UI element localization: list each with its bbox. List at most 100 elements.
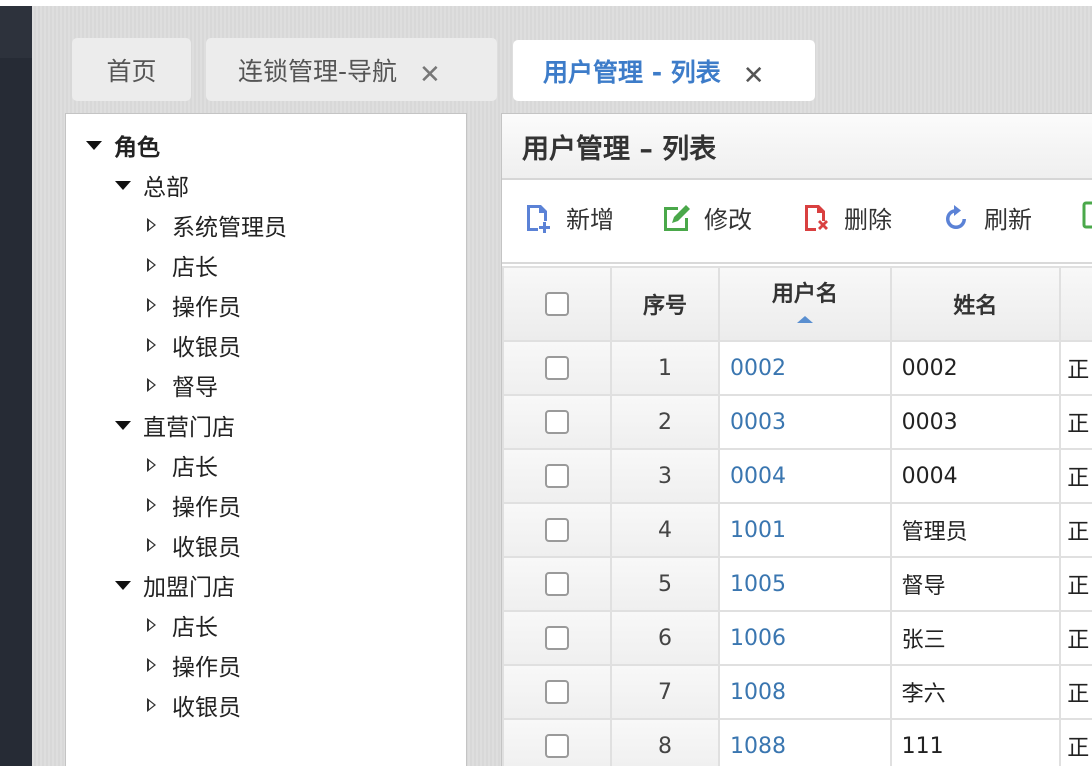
tab-label: 用户管理 - 列表 [543, 57, 721, 87]
tree-node-label: 店长 [172, 615, 218, 641]
row-select-cell[interactable] [501, 664, 613, 720]
row-checkbox[interactable] [545, 680, 570, 704]
edit-icon [664, 204, 690, 231]
tree-node-leaf[interactable]: 店长 [147, 248, 218, 282]
tree-node-group[interactable]: 加盟门店 [115, 568, 235, 602]
close-icon[interactable]: ✕ [419, 60, 441, 90]
tree-node-leaf[interactable]: 收银员 [147, 528, 241, 562]
collapsed-caret-icon[interactable] [147, 698, 156, 712]
row-index: 8 [610, 718, 721, 766]
tab-chain-nav[interactable]: 连锁管理-导航 ✕ [206, 38, 497, 101]
status-cell: 正 [1059, 664, 1092, 720]
row-index: 6 [610, 610, 721, 666]
table-row[interactable]: 7 1008 李六正 [501, 664, 1092, 720]
status-cell: 正 [1059, 556, 1092, 612]
tree-node-leaf[interactable]: 操作员 [147, 648, 241, 682]
refresh-label: 刷新 [984, 206, 1032, 234]
row-select-cell[interactable] [501, 340, 613, 396]
more-button[interactable] [1082, 200, 1092, 230]
table-row[interactable]: 2 0003 0003 正 [501, 394, 1092, 450]
collapsed-caret-icon[interactable] [147, 618, 156, 632]
row-checkbox[interactable] [545, 356, 570, 380]
refresh-button[interactable]: 刷新 [942, 200, 1032, 235]
username-link[interactable]: 1088 [718, 718, 892, 766]
toolbar: 新增 修改 删除 刷新 [502, 180, 1092, 264]
tree-node-group[interactable]: 总部 [115, 168, 189, 202]
delete-label: 删除 [844, 206, 892, 234]
row-checkbox[interactable] [545, 572, 570, 596]
name-cell: 李六 [889, 664, 1062, 720]
column-header-username-label: 用户名 [771, 282, 838, 307]
tree-node-leaf[interactable]: 操作员 [147, 288, 241, 322]
collapsed-caret-icon[interactable] [147, 458, 156, 472]
row-checkbox[interactable] [545, 626, 570, 650]
row-index: 7 [610, 664, 721, 720]
username-link[interactable]: 1008 [718, 664, 892, 720]
row-select-cell[interactable] [501, 610, 613, 666]
column-header-username[interactable]: 用户名 [718, 266, 892, 342]
row-select-cell[interactable] [501, 448, 613, 504]
table-row[interactable]: 5 1005 督导正 [501, 556, 1092, 612]
table-row[interactable]: 3 0004 0004 正 [501, 448, 1092, 504]
username-link[interactable]: 0003 [718, 394, 892, 450]
delete-button[interactable]: 删除 [802, 200, 892, 235]
collapsed-caret-icon[interactable] [147, 378, 156, 392]
tree-node-leaf[interactable]: 系统管理员 [147, 208, 287, 242]
tree-node-label: 直营门店 [143, 415, 235, 441]
left-nav-bar [0, 6, 32, 766]
add-button[interactable]: 新增 [524, 200, 614, 235]
row-select-cell[interactable] [501, 502, 613, 558]
row-select-cell[interactable] [501, 394, 613, 450]
row-select-cell[interactable] [501, 556, 613, 612]
expanded-caret-icon[interactable] [115, 580, 131, 590]
username-link[interactable]: 0002 [718, 340, 892, 396]
collapsed-caret-icon[interactable] [147, 538, 156, 552]
table-row[interactable]: 1 0002 0002 正 [501, 340, 1092, 396]
collapsed-caret-icon[interactable] [147, 258, 156, 272]
tree-node-root[interactable]: 角色 [86, 128, 160, 162]
tab-user-list[interactable]: 用户管理 - 列表 ✕ [513, 40, 815, 101]
user-list-panel: 用户管理 – 列表 新增 修改 删除 刷新 序号 用户名 姓名 1 0002 0… [501, 113, 1092, 766]
tree-node-leaf[interactable]: 收银员 [147, 328, 241, 362]
sort-ascending-icon[interactable] [796, 316, 813, 323]
name-cell: 管理员 [889, 502, 1062, 558]
row-select-cell[interactable] [501, 718, 613, 766]
role-tree-panel: 角色 总部 系统管理员 店长 操作员 收银员 督导 直营门店 店长 操作员 收银员 加盟门店 店长 操作员… [65, 113, 467, 766]
select-all-header[interactable] [501, 266, 613, 342]
edit-button[interactable]: 修改 [662, 200, 752, 235]
username-link[interactable]: 1001 [718, 502, 892, 558]
username-link[interactable]: 1006 [718, 610, 892, 666]
expanded-caret-icon[interactable] [86, 140, 102, 150]
name-cell: 0003 [889, 394, 1062, 450]
collapsed-caret-icon[interactable] [147, 498, 156, 512]
collapsed-caret-icon[interactable] [147, 658, 156, 672]
row-checkbox[interactable] [545, 518, 570, 542]
tree-node-leaf[interactable]: 操作员 [147, 488, 241, 522]
tab-label: 首页 [106, 56, 157, 86]
name-cell: 111 [889, 718, 1062, 766]
username-link[interactable]: 0004 [718, 448, 892, 504]
expanded-caret-icon[interactable] [115, 180, 131, 190]
table-row[interactable]: 4 1001 管理员正 [501, 502, 1092, 558]
tree-node-group[interactable]: 直营门店 [115, 408, 235, 442]
add-file-icon [527, 204, 550, 233]
close-icon[interactable]: ✕ [743, 61, 765, 91]
username-link[interactable]: 1005 [718, 556, 892, 612]
collapsed-caret-icon[interactable] [147, 298, 156, 312]
collapsed-caret-icon[interactable] [147, 338, 156, 352]
tree-node-leaf[interactable]: 收银员 [147, 688, 241, 722]
row-checkbox[interactable] [545, 734, 570, 758]
table-row[interactable]: 8 1088 111 正 [501, 718, 1092, 766]
tree-node-leaf[interactable]: 店长 [147, 608, 218, 642]
expanded-caret-icon[interactable] [115, 420, 131, 430]
row-index: 3 [610, 448, 721, 504]
row-checkbox[interactable] [545, 464, 570, 488]
tab-home[interactable]: 首页 [72, 38, 191, 101]
select-all-checkbox[interactable] [545, 292, 570, 316]
name-cell: 0002 [889, 340, 1062, 396]
table-row[interactable]: 6 1006 张三正 [501, 610, 1092, 666]
tree-node-leaf[interactable]: 督导 [147, 368, 218, 402]
collapsed-caret-icon[interactable] [147, 218, 156, 232]
row-checkbox[interactable] [545, 410, 570, 434]
tree-node-leaf[interactable]: 店长 [147, 448, 218, 482]
